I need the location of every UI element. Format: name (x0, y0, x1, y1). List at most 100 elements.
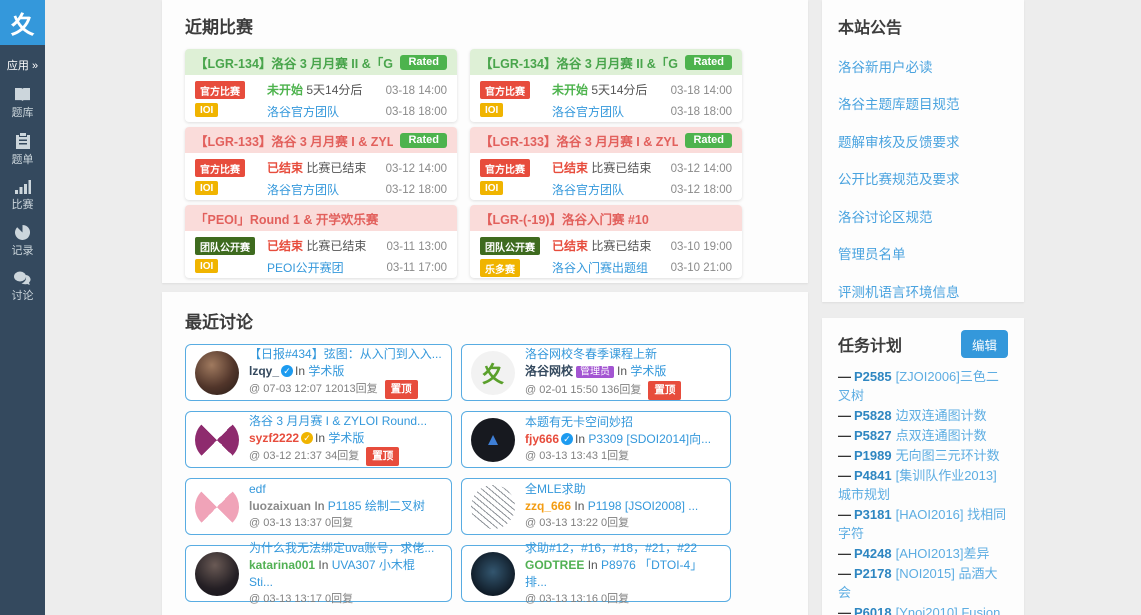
sidebar-item-problemset[interactable]: 题库 (0, 87, 45, 120)
discussion-user-link[interactable]: 洛谷网校 (525, 364, 573, 378)
announcement-link[interactable]: 评测机语言环境信息 (838, 281, 1008, 301)
contest-title-link[interactable]: 【LGR-(-19)】洛谷入门赛 #10 (480, 209, 649, 228)
discussion-forum-link[interactable]: 学术版 (328, 431, 364, 445)
discussion-meta: @ 03-13 13:16 0回复 (525, 593, 629, 605)
contest-organizer-link[interactable]: 洛谷入门赛出题组 (552, 259, 663, 276)
dash-bullet: — (838, 448, 851, 463)
sidebar-item-records[interactable]: 记录 (0, 225, 45, 258)
problem-title-link[interactable]: 无向图三元环计数 (896, 448, 1000, 463)
problem-id-link[interactable]: P5827 (854, 428, 892, 443)
contest-start-time: 03-18 14:00 (671, 81, 732, 102)
discussion-title-link[interactable]: 【日报#434】弦图：从入门到入入... (249, 346, 442, 363)
in-label: In (314, 499, 324, 513)
sidebar-item-label: 记录 (0, 242, 45, 258)
contest-title-link[interactable]: 【LGR-134】洛谷 3 月月赛 II &「GLR-... (480, 53, 678, 72)
contest-card-header: 【LGR-(-19)】洛谷入门赛 #10 (470, 205, 742, 231)
avatar[interactable] (471, 485, 515, 529)
contest-card: 【LGR-133】洛谷 3 月月赛 I & ZYLOI ... Rated 官方… (470, 127, 742, 200)
discussion-forum-link[interactable]: P1198 [JSOI2008] ... (588, 499, 699, 513)
contest-times: 03-12 14:00 03-12 18:00 (386, 159, 447, 200)
sidebar-item-problemlist[interactable]: 题单 (0, 133, 45, 167)
announcement-link[interactable]: 管理员名单 (838, 243, 1008, 263)
avatar[interactable]: 夊 (471, 351, 515, 395)
chat-icon (0, 271, 45, 285)
discussion-title-link[interactable]: 为什么我无法绑定uva账号，求佬... (249, 540, 442, 557)
discussion-title-link[interactable]: 全MLE求助 (525, 481, 721, 498)
sidebar-item-contests[interactable]: 比赛 (0, 180, 45, 212)
recent-contests-panel: 近期比赛 【LGR-134】洛谷 3 月月赛 II &「GLR ... Rate… (162, 0, 808, 283)
problem-id-link[interactable]: P2178 (854, 566, 892, 581)
contest-rule-badge: IOI (195, 181, 218, 195)
avatar[interactable] (471, 552, 515, 596)
discussion-title-link[interactable]: 洛谷 3 月月赛 I & ZYLOI Round... (249, 413, 442, 430)
problem-id-link[interactable]: P2585 (854, 369, 892, 384)
avatar[interactable] (195, 485, 239, 529)
announcement-link[interactable]: 洛谷主题库题目规范 (838, 93, 1008, 113)
problem-title-link[interactable]: 边双连通图计数 (896, 408, 987, 423)
contest-card: 「PEOI」Round 1 & 开学欢乐赛 团队公开赛 IOI 已结束 比赛已结… (185, 205, 457, 278)
contest-card: 【LGR-(-19)】洛谷入门赛 #10 团队公开赛 乐多赛 已结束 比赛已结束… (470, 205, 742, 278)
problem-id-link[interactable]: P3181 (854, 507, 892, 522)
contest-title-link[interactable]: 【LGR-134】洛谷 3 月月赛 II &「GLR ... (195, 53, 393, 72)
problem-title-link[interactable]: [AHOI2013]差异 (896, 546, 990, 561)
contest-card-body: 官方比赛 IOI 未开始 5天14分后 洛谷官方团队 03-18 14:00 0… (470, 75, 742, 122)
avatar[interactable]: ▲ (471, 418, 515, 462)
contest-start-time: 03-18 14:00 (386, 81, 447, 102)
edit-button[interactable]: 编辑 (961, 330, 1008, 358)
avatar[interactable] (195, 418, 239, 462)
discussion-user-link[interactable]: zzq_666 (525, 499, 571, 513)
problem-id-link[interactable]: P6018 (854, 605, 892, 615)
contest-organizer-link[interactable]: 洛谷官方团队 (552, 103, 663, 120)
rated-badge: Rated (685, 55, 732, 70)
announcement-link[interactable]: 洛谷新用户必读 (838, 56, 1008, 76)
contest-title-link[interactable]: 【LGR-133】洛谷 3 月月赛 I & ZYLOI ... (480, 131, 678, 150)
apps-expand-toggle[interactable]: 应用 » (0, 57, 45, 73)
contest-title-link[interactable]: 「PEOI」Round 1 & 开学欢乐赛 (195, 209, 378, 228)
announcement-link[interactable]: 公开比赛规范及要求 (838, 168, 1008, 188)
contest-organizer-link[interactable]: 洛谷官方团队 (552, 181, 663, 198)
discussion-user-link[interactable]: lzqy_ (249, 364, 279, 378)
in-label: In (575, 432, 585, 446)
avatar[interactable] (195, 351, 239, 395)
problem-id-link[interactable]: P4841 (854, 468, 892, 483)
announcement-link[interactable]: 题解审核及反馈要求 (838, 131, 1008, 151)
discussion-meta: @ 03-13 13:37 0回复 (249, 517, 353, 529)
sidebar-item-label: 题库 (0, 104, 45, 120)
discussion-user-link[interactable]: luozaixuan (249, 499, 311, 513)
dash-bullet: — (838, 369, 851, 384)
discussion-user-link[interactable]: katarina001 (249, 558, 315, 572)
announcement-link[interactable]: 洛谷讨论区规范 (838, 206, 1008, 226)
contest-status-detail: 比赛已结束 (591, 239, 651, 253)
contest-organizer-link[interactable]: 洛谷官方团队 (267, 181, 378, 198)
contest-title-link[interactable]: 【LGR-133】洛谷 3 月月赛 I & ZYLOI ... (195, 131, 393, 150)
contest-card-header: 【LGR-134】洛谷 3 月月赛 II &「GLR-... Rated (470, 49, 742, 75)
discussion-forum-link[interactable]: P3309 [SDOI2014]向... (588, 432, 711, 446)
problem-id-link[interactable]: P4248 (854, 546, 892, 561)
problem-title-link[interactable]: 点双连通图计数 (896, 428, 987, 443)
contest-end-time: 03-12 18:00 (671, 180, 732, 200)
discussion-title-link[interactable]: 求助#12，#16，#18，#21，#22 (525, 540, 721, 557)
contest-organizer-link[interactable]: 洛谷官方团队 (267, 103, 378, 120)
discussion-card: edf luozaixuan In P1185 绘制二叉树 @ 03-13 13… (185, 478, 452, 535)
discussion-user-link[interactable]: GODTREE (525, 558, 584, 572)
avatar[interactable] (195, 552, 239, 596)
problem-id-link[interactable]: P5828 (854, 408, 892, 423)
discussion-title-link[interactable]: 洛谷网校冬春季课程上新 (525, 346, 721, 363)
discussion-forum-link[interactable]: 学术版 (630, 364, 666, 378)
contest-card: 【LGR-134】洛谷 3 月月赛 II &「GLR-... Rated 官方比… (470, 49, 742, 122)
luogu-logo[interactable]: 夊 (0, 0, 45, 45)
discussion-forum-link[interactable]: P1185 绘制二叉树 (328, 499, 425, 513)
contest-organizer-link[interactable]: PEOI公开赛团 (267, 259, 378, 276)
discussion-title-link[interactable]: edf (249, 481, 442, 498)
contest-status-detail: 比赛已结束 (306, 161, 366, 175)
sidebar-item-discussions[interactable]: 讨论 (0, 271, 45, 303)
discussion-meta: @ 03-13 13:17 0回复 (249, 593, 353, 605)
discussion-user-link[interactable]: syzf2222 (249, 431, 299, 445)
discussion-forum-link[interactable]: 学术版 (308, 364, 344, 378)
contest-card-header: 【LGR-134】洛谷 3 月月赛 II &「GLR ... Rated (185, 49, 457, 75)
contest-status-detail: 比赛已结束 (306, 239, 366, 253)
discussion-user-link[interactable]: fjy666 (525, 432, 559, 446)
problem-id-link[interactable]: P1989 (854, 448, 892, 463)
task-item: —P5828边双连通图计数 (838, 406, 1008, 425)
discussion-title-link[interactable]: 本题有无卡空间妙招 (525, 414, 721, 431)
